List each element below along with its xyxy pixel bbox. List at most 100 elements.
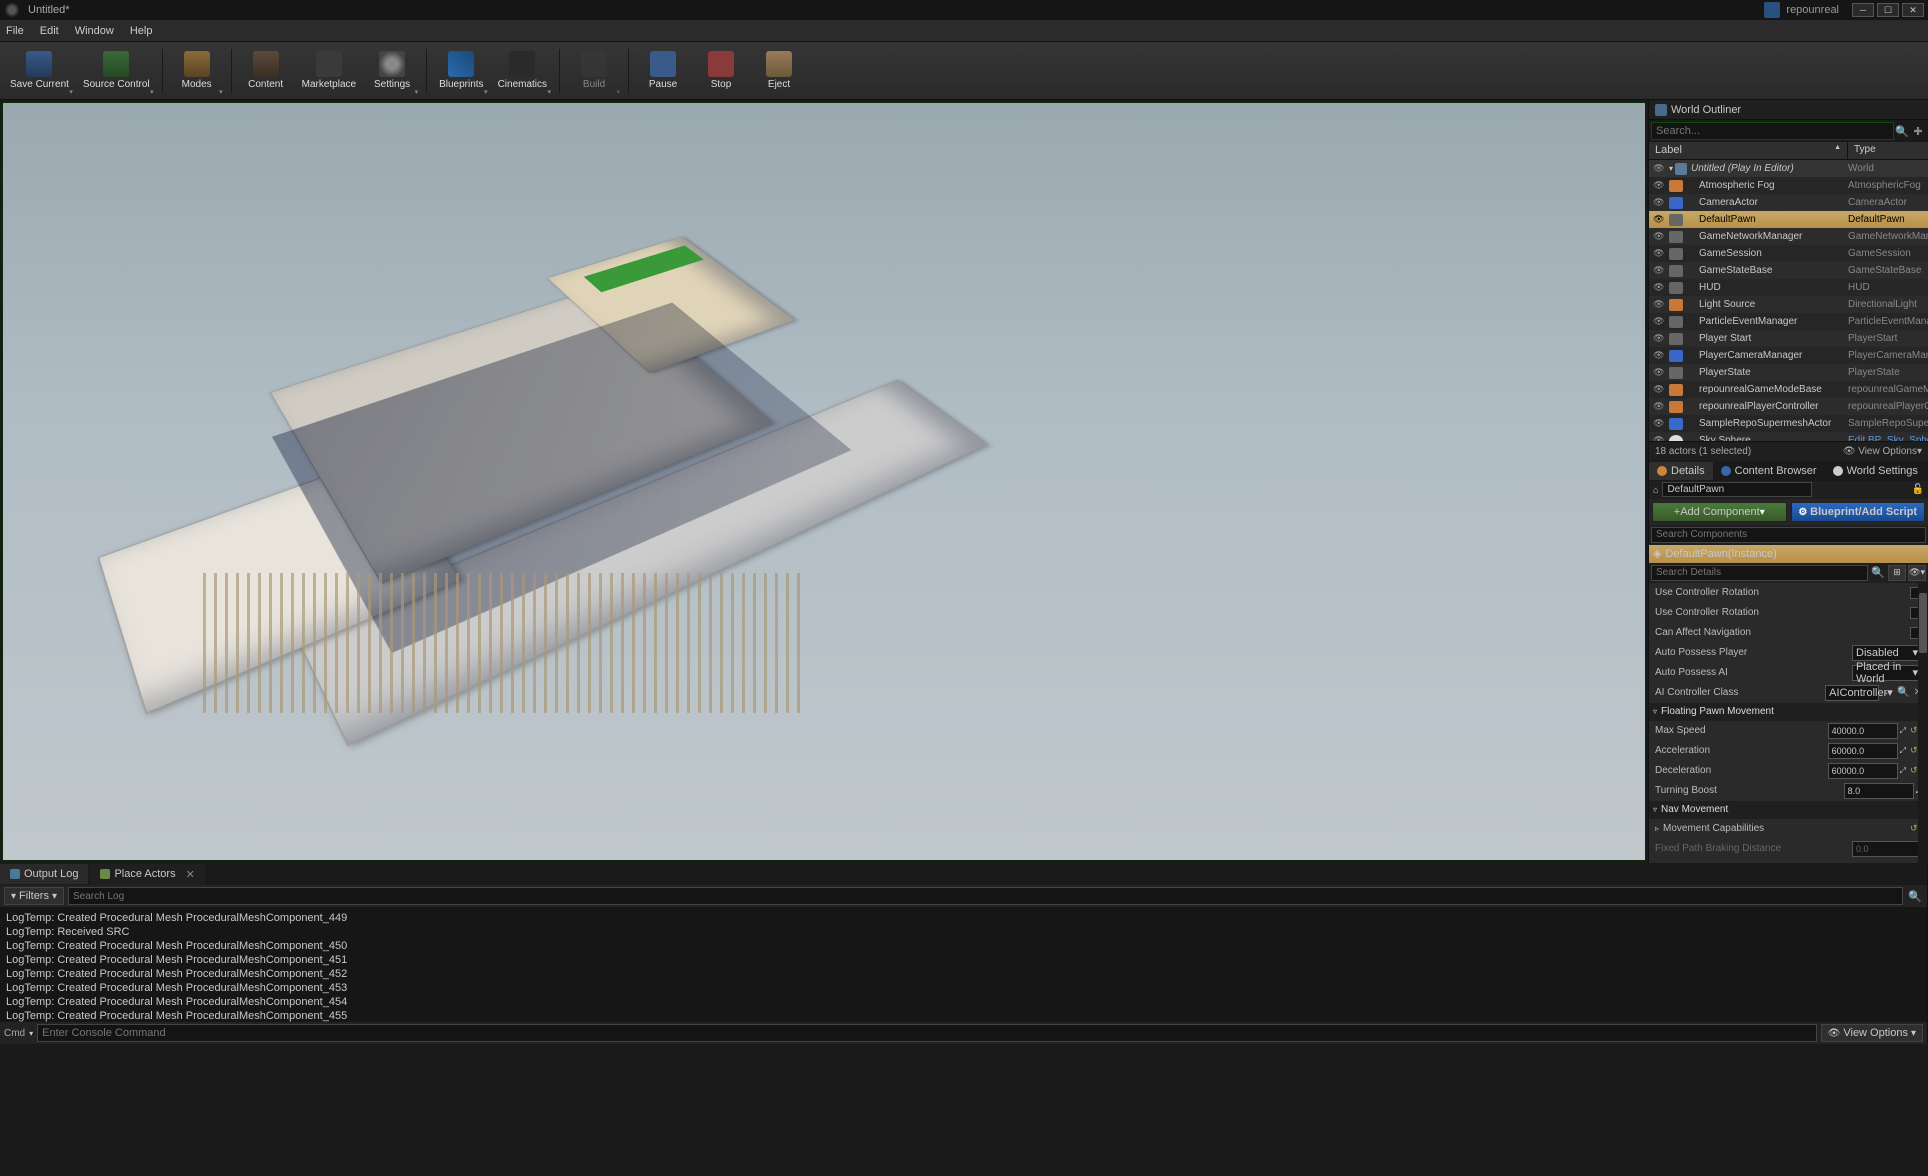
blueprints-button[interactable]: Blueprints▾ [433,44,489,98]
outliner-row-atmospheric-fog[interactable]: 👁Atmospheric FogAtmosphericFog [1649,177,1928,194]
tab-place-actors[interactable]: Place Actors✕ [90,864,204,885]
auto-possess-player-select[interactable]: Disabled▾ [1852,645,1922,661]
ai-controller-class-select[interactable]: AIController▾ [1825,685,1879,701]
actor-type-icon [1669,265,1683,277]
visibility-toggle-icon[interactable]: 👁 [1653,265,1667,276]
source-control-button[interactable]: Source Control▾ [77,44,156,98]
source-control-status-icon[interactable] [1764,2,1780,18]
search-components-input[interactable] [1651,527,1926,543]
outliner-item-label: DefaultPawn [1685,214,1848,225]
search-log-input[interactable] [68,887,1903,905]
outliner-row-particleeventmanager[interactable]: 👁ParticleEventManagerParticleEventManage… [1649,313,1928,330]
filters-button[interactable]: ▾ Filters ▾ [4,887,64,905]
eject-button[interactable]: Eject [751,44,807,98]
outliner-row-repounrealplayercontroller[interactable]: 👁repounrealPlayerControllerrepounrealPla… [1649,398,1928,415]
visibility-toggle-icon[interactable]: 👁 [1653,197,1667,208]
component-instance-row[interactable]: ◈DefaultPawn(Instance) [1649,545,1928,563]
tab-world-settings[interactable]: World Settings [1825,462,1926,480]
outliner-row-gamenetworkmanager[interactable]: 👁GameNetworkManagerGameNetworkManager [1649,228,1928,245]
world-outliner-tab[interactable]: World Outliner [1649,100,1928,120]
outliner-row-playerstate[interactable]: 👁PlayerStatePlayerState [1649,364,1928,381]
visibility-toggle-icon[interactable]: 👁 [1653,367,1667,378]
window-titlebar: Untitled* repounreal ─ ☐ ✕ [0,0,1928,20]
search-icon[interactable]: 🔍 [1907,888,1923,904]
view-options-icon[interactable]: 👁▾ [1908,565,1926,581]
lock-icon[interactable]: 🔓 [1912,484,1924,495]
tab-output-log[interactable]: Output Log [0,864,88,884]
visibility-toggle-icon[interactable]: 👁 [1653,180,1667,191]
output-log-text[interactable]: LogTemp: Created Procedural Mesh Procedu… [0,907,1927,1022]
property-matrix-icon[interactable]: ⊞ [1888,565,1906,581]
outliner-col-label[interactable]: Label▲ [1649,142,1848,159]
deceleration-input[interactable]: 60000.0 [1828,763,1898,779]
outliner-row-gamesession[interactable]: 👁GameSessionGameSession [1649,245,1928,262]
visibility-toggle-icon[interactable]: 👁 [1653,248,1667,259]
section-nav-movement[interactable]: Nav Movement [1649,801,1928,819]
search-icon[interactable]: 🔍 [1894,123,1910,139]
visibility-toggle-icon[interactable]: 👁 [1653,316,1667,327]
outliner-row-repounrealgamemodebase[interactable]: 👁repounrealGameModeBaserepounrealGameMod… [1649,381,1928,398]
save-current-button[interactable]: Save Current▾ [4,44,75,98]
log-view-options[interactable]: 👁 View Options▾ [1821,1024,1923,1042]
menu-edit[interactable]: Edit [40,25,59,37]
settings-button[interactable]: Settings▾ [364,44,420,98]
visibility-toggle-icon[interactable]: 👁 [1653,333,1667,344]
tab-content-browser[interactable]: Content Browser [1713,462,1825,480]
bottom-tab-bar: Output Log Place Actors✕ [0,863,1927,885]
outliner-row-defaultpawn[interactable]: 👁DefaultPawnDefaultPawn [1649,211,1928,228]
visibility-toggle-icon[interactable]: 👁 [1653,384,1667,395]
add-component-button[interactable]: +Add Component▾ [1652,502,1787,522]
outliner-item-type: PlayerStart [1848,333,1928,344]
modes-button[interactable]: Modes▾ [169,44,225,98]
outliner-row-playercameramanager[interactable]: 👁PlayerCameraManagerPlayerCameraManager [1649,347,1928,364]
stop-button[interactable]: Stop [693,44,749,98]
content-button[interactable]: Content [238,44,294,98]
menu-help[interactable]: Help [130,25,153,37]
auto-possess-ai-select[interactable]: Placed in World▾ [1852,665,1922,681]
outliner-row-cameraactor[interactable]: 👁CameraActorCameraActor [1649,194,1928,211]
actor-name-input[interactable] [1662,482,1812,497]
outliner-search-input[interactable] [1651,122,1894,140]
outliner-row-gamestatebase[interactable]: 👁GameStateBaseGameStateBase [1649,262,1928,279]
outliner-row-light-source[interactable]: 👁Light SourceDirectionalLight [1649,296,1928,313]
blueprint-add-script-button[interactable]: ⚙ Blueprint/Add Script [1791,502,1926,522]
outliner-col-type[interactable]: Type [1848,142,1928,159]
outliner-tree[interactable]: 👁▾Untitled (Play In Editor)World👁Atmosph… [1649,160,1928,441]
visibility-toggle-icon[interactable]: 👁 [1653,401,1667,412]
search-icon[interactable]: 🔍 [1870,565,1886,581]
marketplace-button[interactable]: Marketplace [296,44,362,98]
outliner-row-player-start[interactable]: 👁Player StartPlayerStart [1649,330,1928,347]
outliner-row-sky-sphere[interactable]: 👁Sky SphereEdit BP_Sky_Sphere [1649,432,1928,441]
visibility-toggle-icon[interactable]: 👁 [1653,214,1667,225]
acceleration-input[interactable]: 60000.0 [1828,743,1898,759]
close-tab-icon[interactable]: ✕ [186,868,195,881]
close-button[interactable]: ✕ [1902,3,1924,17]
visibility-toggle-icon[interactable]: 👁 [1653,350,1667,361]
menu-window[interactable]: Window [75,25,114,37]
search-details-input[interactable] [1651,565,1868,581]
visibility-toggle-icon[interactable]: 👁 [1653,282,1667,293]
section-floating-pawn-movement[interactable]: Floating Pawn Movement [1649,703,1928,721]
class-nav-icons[interactable]: ←🔍✕ [1883,687,1922,698]
details-properties[interactable]: Use Controller Rotation Use Controller R… [1649,583,1928,864]
breadcrumb-nav-icon[interactable]: ⌂ [1653,485,1658,495]
details-scrollbar[interactable] [1918,583,1928,864]
outliner-row-samplereposupermeshactor[interactable]: 👁SampleRepoSupermeshActorSampleRepoSuper… [1649,415,1928,432]
outliner-add-filter-icon[interactable]: ✚ [1910,123,1926,139]
level-viewport[interactable] [2,102,1646,861]
turning-boost-input[interactable]: 8.0 [1844,783,1914,799]
outliner-row-hud[interactable]: 👁HUDHUD [1649,279,1928,296]
outliner-root-row[interactable]: 👁▾Untitled (Play In Editor)World [1649,160,1928,177]
pause-button[interactable]: Pause [635,44,691,98]
console-command-input[interactable] [37,1024,1817,1042]
maximize-button[interactable]: ☐ [1877,3,1899,17]
cinematics-button[interactable]: Cinematics▾ [492,44,553,98]
visibility-toggle-icon[interactable]: 👁 [1653,299,1667,310]
tab-details[interactable]: Details [1649,462,1713,480]
max-speed-input[interactable]: 40000.0 [1828,723,1898,739]
outliner-view-options[interactable]: 👁 View Options▾ [1843,446,1922,457]
visibility-toggle-icon[interactable]: 👁 [1653,418,1667,429]
visibility-toggle-icon[interactable]: 👁 [1653,231,1667,242]
minimize-button[interactable]: ─ [1852,3,1874,17]
menu-file[interactable]: File [6,25,24,37]
